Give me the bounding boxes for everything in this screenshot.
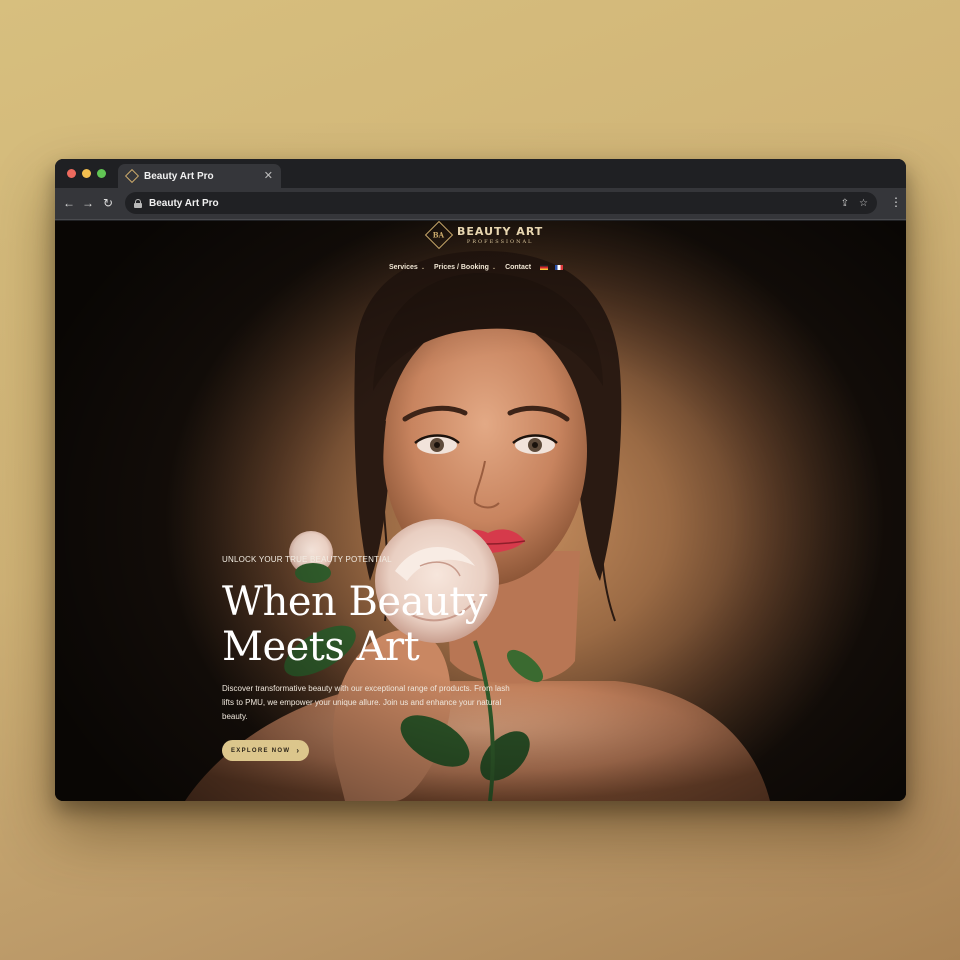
explore-now-button[interactable]: EXPLORE NOW ›: [222, 740, 310, 761]
tab-bar: Beauty Art Pro ✕: [55, 159, 906, 188]
nav-item-prices-booking[interactable]: Prices / Booking ⌄: [434, 264, 496, 271]
chevron-right-icon: ›: [296, 746, 301, 755]
main-navigation: Services ⌄ Prices / Booking ⌄ Contact: [389, 264, 570, 271]
address-bar[interactable]: Beauty Art Pro ⇪ ☆: [125, 192, 877, 214]
bookmark-star-icon[interactable]: ☆: [859, 198, 868, 209]
web-page: BA BEAUTY ART PROFESSIONAL Services ⌄ Pr…: [55, 221, 906, 801]
logo-subtitle: PROFESSIONAL: [466, 239, 534, 245]
nav-item-label: Prices / Booking: [434, 264, 489, 271]
browser-toolbar: ← → ↻ Beauty Art Pro ⇪ ☆ ⋮: [55, 188, 906, 220]
logo-diamond-icon: BA: [424, 221, 454, 250]
nav-item-services[interactable]: Services ⌄: [389, 264, 425, 271]
logo-monogram: BA: [433, 230, 445, 240]
browser-menu-icon[interactable]: ⋮: [890, 196, 902, 208]
nav-item-contact[interactable]: Contact: [505, 264, 531, 271]
back-arrow-icon[interactable]: ←: [62, 195, 76, 211]
browser-window: Beauty Art Pro ✕ ← → ↻ Beauty Art Pro ⇪ …: [55, 159, 906, 801]
hero-headline: When Beauty Meets Art: [222, 579, 487, 670]
logo-name: BEAUTY ART: [457, 225, 544, 238]
hero-description: Discover transformative beauty with our …: [222, 684, 510, 721]
share-icon[interactable]: ⇪: [841, 198, 849, 209]
forward-arrow-icon[interactable]: →: [81, 195, 95, 211]
hero-section: UNLOCK YOUR TRUE BEAUTY POTENTIAL When B…: [222, 555, 542, 761]
reload-icon[interactable]: ↻: [101, 195, 115, 211]
site-favicon-icon: [124, 168, 140, 184]
minimize-window-button[interactable]: [82, 169, 91, 178]
cta-label: EXPLORE NOW: [231, 747, 291, 754]
de-flag-icon[interactable]: [540, 265, 549, 270]
hero-eyebrow: UNLOCK YOUR TRUE BEAUTY POTENTIAL: [222, 555, 392, 564]
tab-close-icon[interactable]: ✕: [264, 170, 273, 182]
chevron-down-icon: ⌄: [491, 264, 497, 271]
site-logo[interactable]: BA BEAUTY ART PROFESSIONAL: [424, 221, 543, 250]
browser-tab[interactable]: Beauty Art Pro ✕: [118, 164, 281, 188]
fr-flag-icon[interactable]: [555, 265, 564, 270]
lock-icon: [134, 198, 142, 208]
tab-title: Beauty Art Pro: [144, 170, 214, 182]
maximize-window-button[interactable]: [97, 169, 106, 178]
address-text[interactable]: Beauty Art Pro: [149, 198, 831, 209]
close-window-button[interactable]: [67, 169, 76, 178]
logo-text: BEAUTY ART PROFESSIONAL: [457, 225, 543, 245]
nav-item-label: Contact: [505, 264, 532, 271]
nav-item-label: Services: [389, 264, 418, 271]
chevron-down-icon: ⌄: [420, 264, 426, 271]
